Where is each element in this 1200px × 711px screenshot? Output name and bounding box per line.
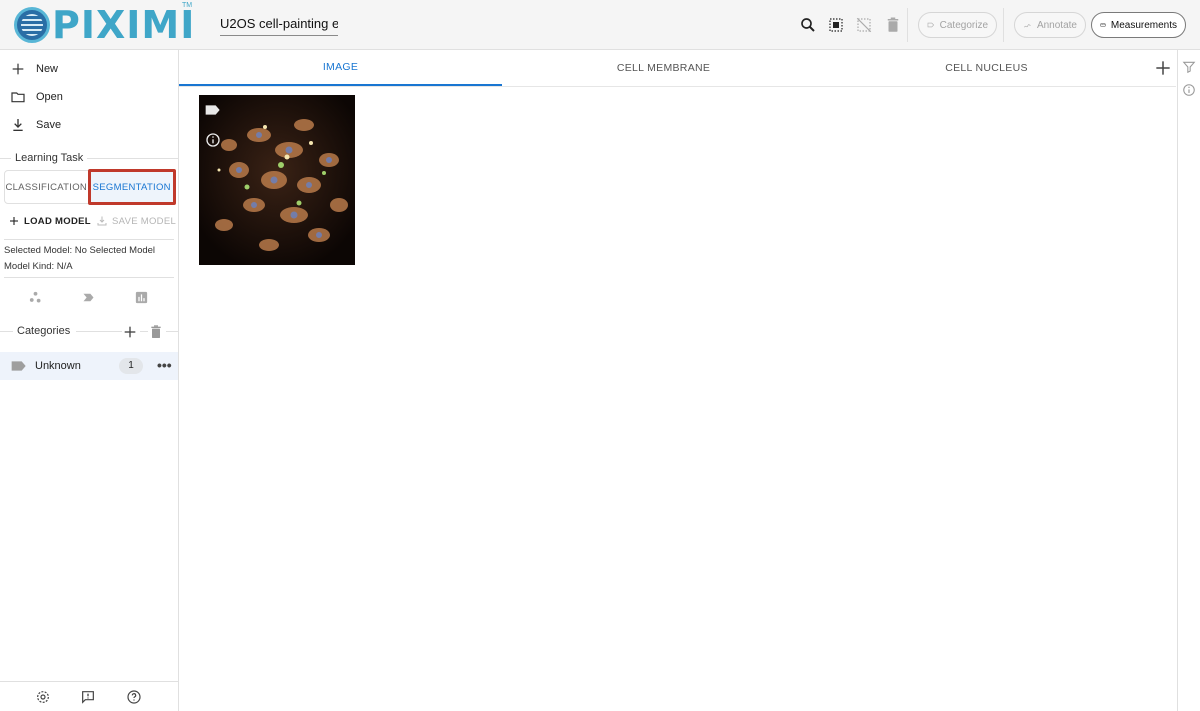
left-sidebar: New Open Save Learning Task CLASSIFICATI… xyxy=(0,50,179,711)
zoom-icon[interactable] xyxy=(797,14,819,36)
label-icon xyxy=(927,22,935,28)
settings-icon[interactable] xyxy=(34,688,52,706)
segmentation-task-button[interactable]: SEGMENTATION xyxy=(87,169,176,205)
download-icon xyxy=(13,119,23,131)
right-rail xyxy=(1177,50,1200,711)
ruler-icon xyxy=(1100,23,1106,27)
load-model-button[interactable]: LOAD MODEL xyxy=(8,213,91,229)
learning-task-toggle: CLASSIFICATION SEGMENTATION xyxy=(4,169,176,205)
measurements-label: Measurements xyxy=(1110,19,1177,31)
category-item[interactable]: Unknown 1 ••• xyxy=(0,352,178,380)
learning-task-heading: Learning Task xyxy=(11,152,88,164)
tab-cell-nucleus[interactable]: CELL NUCLEUS xyxy=(825,50,1148,86)
select-all-icon[interactable] xyxy=(825,14,847,36)
category-count-badge: 1 xyxy=(119,358,143,374)
save-model-button[interactable]: SAVE MODEL xyxy=(96,213,176,229)
save-model-label: SAVE MODEL xyxy=(112,215,177,227)
add-tab-icon[interactable] xyxy=(1153,58,1173,78)
bar-chart-icon[interactable] xyxy=(132,288,150,306)
save-label: Save xyxy=(36,119,62,131)
new-label: New xyxy=(36,63,59,75)
plus-icon xyxy=(12,63,24,75)
logo-mark-icon xyxy=(14,7,50,43)
tab-cell-membrane[interactable]: CELL MEMBRANE xyxy=(502,50,825,86)
filter-icon[interactable] xyxy=(1182,60,1196,74)
info-icon[interactable] xyxy=(1182,83,1196,97)
categorize-button[interactable]: Categorize xyxy=(918,12,997,38)
folder-icon xyxy=(11,92,25,103)
image-thumbnail[interactable] xyxy=(199,95,355,265)
download-icon xyxy=(97,216,107,226)
measurements-button[interactable]: Measurements xyxy=(1091,12,1186,38)
feedback-icon[interactable] xyxy=(79,688,97,706)
toolbar-divider xyxy=(1003,8,1004,42)
category-name: Unknown xyxy=(35,360,81,372)
annotate-icon xyxy=(1024,24,1031,28)
classification-task-button[interactable]: CLASSIFICATION xyxy=(5,171,88,203)
section-divider xyxy=(4,239,174,240)
categories-heading: Categories xyxy=(13,325,77,337)
section-divider xyxy=(4,277,174,278)
info-icon[interactable] xyxy=(205,132,221,148)
selected-model-text: Selected Model: No Selected Model xyxy=(4,245,156,256)
delete-category-icon[interactable] xyxy=(148,324,166,340)
piximi-logo: PIXIMI xyxy=(14,6,195,44)
categorize-label: Categorize xyxy=(939,19,988,31)
open-project-button[interactable]: Open xyxy=(10,86,63,108)
new-project-button[interactable]: New xyxy=(10,58,58,80)
sidebar-footer xyxy=(0,681,178,711)
project-name-input[interactable]: U2OS cell-painting expe xyxy=(220,14,338,36)
add-category-icon[interactable] xyxy=(122,324,140,340)
category-label-icon xyxy=(11,361,26,371)
channel-tabs: IMAGE CELL MEMBRANE CELL NUCLEUS xyxy=(179,50,1176,87)
save-project-button[interactable]: Save xyxy=(10,114,61,136)
cell-image xyxy=(199,95,355,265)
scatter-icon[interactable] xyxy=(26,288,44,306)
annotate-label: Annotate xyxy=(1036,19,1077,31)
more-options-icon[interactable]: ••• xyxy=(157,357,172,373)
deselect-icon[interactable] xyxy=(853,14,875,36)
label-forward-icon[interactable] xyxy=(79,288,97,306)
category-label-icon xyxy=(205,103,221,119)
toolbar-divider xyxy=(907,8,908,42)
open-label: Open xyxy=(36,91,63,103)
delete-icon[interactable] xyxy=(882,14,904,36)
tab-image[interactable]: IMAGE xyxy=(179,50,502,86)
help-icon[interactable] xyxy=(125,688,143,706)
logo-trademark: TM xyxy=(182,2,193,9)
top-app-bar: PIXIMI TM U2OS cell-painting expe Catego… xyxy=(0,0,1200,50)
model-kind-text: Model Kind: N/A xyxy=(4,261,73,272)
plus-icon xyxy=(10,217,18,225)
logo-text: PIXIMI xyxy=(52,3,196,47)
load-model-label: LOAD MODEL xyxy=(24,215,91,227)
annotate-button[interactable]: Annotate xyxy=(1014,12,1086,38)
